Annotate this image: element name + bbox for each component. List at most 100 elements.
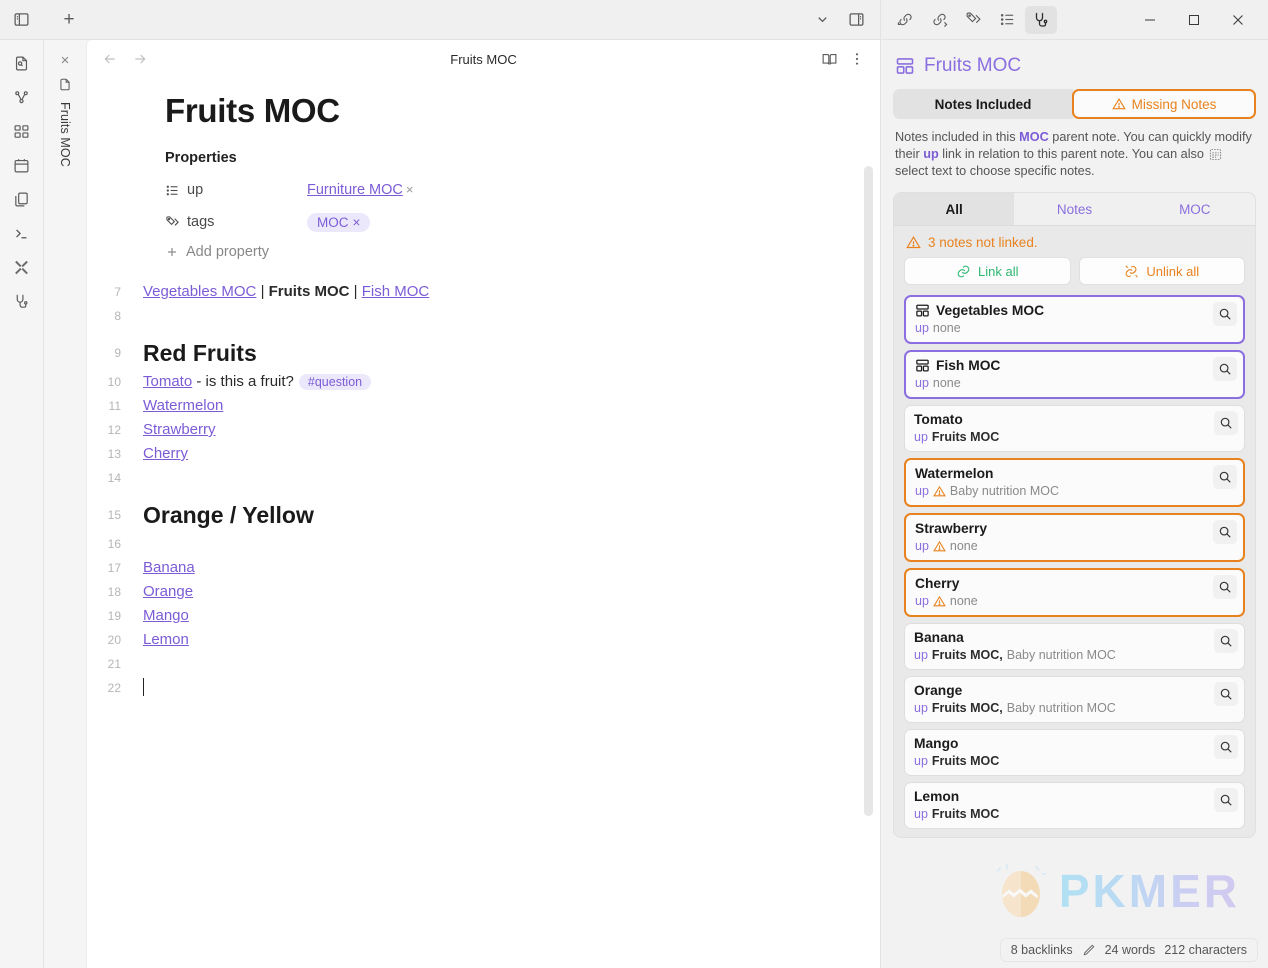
internal-link[interactable]: Strawberry [143, 421, 216, 438]
internal-link[interactable]: Cherry [143, 445, 188, 462]
search-icon[interactable] [1214, 788, 1238, 812]
internal-link[interactable]: Tomato [143, 373, 192, 390]
line-content[interactable]: Banana [143, 556, 195, 580]
editor-line[interactable]: 22 [87, 676, 850, 700]
line-content[interactable]: Tomato - is this a fruit? #question [143, 370, 372, 394]
tags-tab[interactable] [957, 6, 989, 34]
sidebar-toggle-button[interactable] [0, 0, 44, 40]
new-tab-button[interactable]: + [54, 6, 84, 34]
internal-link[interactable]: Watermelon [143, 397, 223, 414]
note-card[interactable]: Orange up Fruits MOC, Baby nutrition MOC [904, 676, 1245, 723]
editor-line[interactable]: 19 Mango [87, 604, 850, 628]
editor-line[interactable]: 8 [87, 304, 850, 328]
close-button[interactable] [1216, 1, 1260, 39]
search-icon[interactable] [1213, 520, 1237, 544]
copy-icon[interactable] [7, 186, 37, 212]
internal-link[interactable]: Vegetables MOC [143, 283, 256, 300]
backlinks-count[interactable]: 8 backlinks [1011, 943, 1073, 957]
note-card[interactable]: Tomato up Fruits MOC [904, 405, 1245, 452]
search-icon[interactable] [1213, 575, 1237, 599]
backlinks-tab[interactable] [889, 6, 921, 34]
property-value-furniture-moc[interactable]: Furniture MOC [307, 182, 403, 198]
book-open-icon[interactable] [816, 47, 842, 71]
chevron-down-icon[interactable] [808, 7, 836, 33]
search-icon[interactable] [1214, 735, 1238, 759]
internal-link[interactable]: Fish MOC [362, 283, 430, 300]
link-all-button[interactable]: Link all [904, 257, 1071, 285]
editor-line[interactable]: 12 Strawberry [87, 418, 850, 442]
internal-link[interactable]: Mango [143, 607, 189, 624]
editor-line[interactable]: 10 Tomato - is this a fruit? #question [87, 370, 850, 394]
internal-link[interactable]: Orange [143, 583, 193, 600]
editor-scrollbar[interactable] [864, 166, 873, 816]
editor-line[interactable]: 18 Orange [87, 580, 850, 604]
note-card[interactable]: Watermelon up Baby nutrition MOC [904, 458, 1245, 507]
internal-link[interactable]: Banana [143, 559, 195, 576]
editor-lines[interactable]: 7 Vegetables MOC | Fruits MOC | Fish MOC 8… [87, 280, 850, 700]
note-card[interactable]: Cherry up none [904, 568, 1245, 617]
inline-tag[interactable]: #question [298, 374, 372, 390]
search-icon[interactable] [1214, 411, 1238, 435]
moc-plugin-tab[interactable] [1025, 5, 1057, 34]
outgoing-links-tab[interactable] [923, 6, 955, 34]
graph-icon[interactable] [7, 84, 37, 110]
filter-tab-notes[interactable]: Notes [1014, 193, 1135, 225]
search-icon[interactable] [1213, 302, 1237, 326]
line-content[interactable] [143, 676, 144, 700]
plug-icon[interactable] [7, 288, 37, 314]
tab-label-fruits-moc[interactable]: Fruits MOC [58, 102, 72, 167]
remove-property-value-button[interactable]: × [406, 182, 414, 197]
editor-line[interactable]: 14 [87, 466, 850, 490]
filter-tab-moc[interactable]: MOC [1134, 193, 1255, 225]
line-content[interactable]: Red Fruits [143, 336, 257, 370]
character-count[interactable]: 212 characters [1164, 943, 1247, 957]
search-icon[interactable] [1214, 629, 1238, 653]
unlink-all-button[interactable]: Unlink all [1078, 257, 1245, 285]
editor-line[interactable]: 15 Orange / Yellow [87, 498, 850, 532]
tab-notes-included[interactable]: Notes Included [893, 89, 1073, 119]
property-row-up[interactable]: up Furniture MOC × [165, 174, 850, 206]
note-card[interactable]: Mango up Fruits MOC [904, 729, 1245, 776]
sidebar-right-icon[interactable] [842, 7, 870, 33]
editor-line[interactable]: 9 Red Fruits [87, 336, 850, 370]
outline-tab[interactable] [991, 6, 1023, 34]
minimize-button[interactable] [1128, 1, 1172, 39]
tab-missing-notes[interactable]: Missing Notes [1072, 89, 1256, 119]
editor-line[interactable]: 7 Vegetables MOC | Fruits MOC | Fish MOC [87, 280, 850, 304]
line-content[interactable]: Lemon [143, 628, 189, 652]
note-editor[interactable]: Fruits MOC Properties up Furniture MOC ×… [87, 78, 880, 968]
terminal-icon[interactable] [7, 220, 37, 246]
maximize-button[interactable] [1172, 1, 1216, 39]
note-card[interactable]: Banana up Fruits MOC, Baby nutrition MOC [904, 623, 1245, 670]
file-search-icon[interactable] [7, 50, 37, 76]
add-property-button[interactable]: Add property [165, 244, 850, 260]
close-tab-button[interactable]: × [58, 50, 73, 71]
line-content[interactable]: Watermelon [143, 394, 223, 418]
line-content[interactable]: Mango [143, 604, 189, 628]
note-card[interactable]: Strawberry up none [904, 513, 1245, 562]
note-card[interactable]: Fish MOC up none [904, 350, 1245, 399]
tools-icon[interactable] [7, 254, 37, 280]
more-vertical-icon[interactable] [844, 47, 870, 71]
search-icon[interactable] [1214, 682, 1238, 706]
internal-link[interactable]: Lemon [143, 631, 189, 648]
line-content[interactable]: Cherry [143, 442, 188, 466]
editor-line[interactable]: 16 [87, 532, 850, 556]
property-row-tags[interactable]: tags MOC × [165, 206, 850, 238]
search-icon[interactable] [1213, 357, 1237, 381]
editor-line[interactable]: 20 Lemon [87, 628, 850, 652]
note-card[interactable]: Lemon up Fruits MOC [904, 782, 1245, 829]
editor-line[interactable]: 21 [87, 652, 850, 676]
line-content[interactable]: Vegetables MOC | Fruits MOC | Fish MOC [143, 280, 429, 304]
editor-line[interactable]: 17 Banana [87, 556, 850, 580]
arrow-right-icon[interactable] [127, 47, 153, 71]
note-card[interactable]: Vegetables MOC up none [904, 295, 1245, 344]
filter-tab-all[interactable]: All [894, 193, 1015, 225]
line-content[interactable]: Orange / Yellow [143, 498, 314, 532]
line-content[interactable]: Orange [143, 580, 193, 604]
calendar-icon[interactable] [7, 152, 37, 178]
editor-line[interactable]: 13 Cherry [87, 442, 850, 466]
editor-line[interactable]: 11 Watermelon [87, 394, 850, 418]
remove-tag-button[interactable]: × [353, 215, 361, 230]
word-count[interactable]: 24 words [1105, 943, 1156, 957]
